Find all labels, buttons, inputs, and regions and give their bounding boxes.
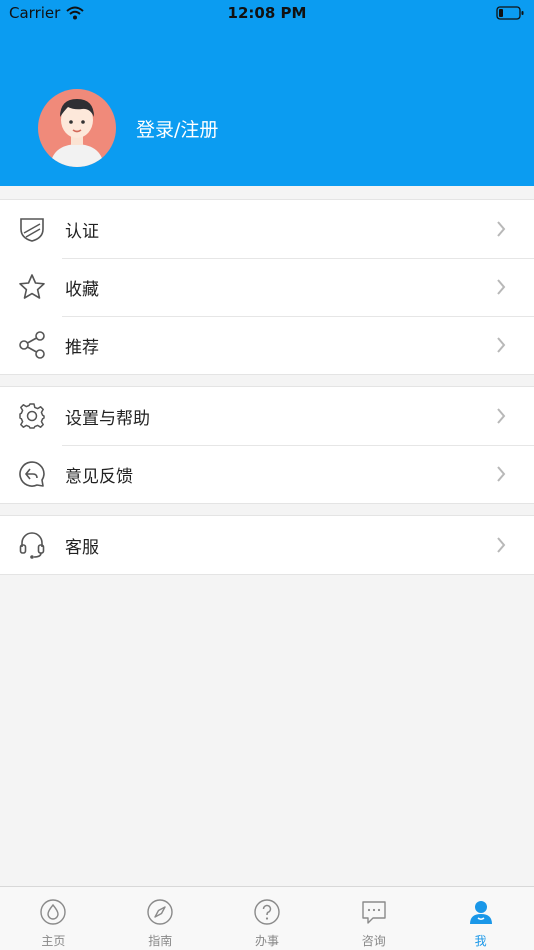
tab-consult[interactable]: 咨询 (320, 887, 427, 950)
drop-icon (40, 899, 67, 925)
chevron-right-icon (497, 466, 506, 482)
menu-item-certification[interactable]: 认证 (0, 200, 534, 258)
tab-label: 办事 (254, 934, 279, 948)
feedback-icon (19, 461, 45, 487)
gear-icon (19, 403, 45, 429)
menu-group-account: 认证 收藏 推荐 (0, 199, 534, 375)
menu-group-service: 客服 (0, 515, 534, 575)
star-icon (19, 274, 45, 299)
avatar-icon (50, 99, 104, 167)
menu-item-settings-help[interactable]: 设置与帮助 (0, 387, 534, 445)
share-icon (19, 331, 45, 359)
question-icon (254, 899, 280, 925)
chevron-right-icon (497, 537, 506, 553)
headset-icon (19, 532, 45, 559)
menu-item-label: 收藏 (65, 279, 99, 300)
chevron-right-icon (497, 279, 506, 295)
tab-label: 指南 (148, 934, 173, 948)
login-area[interactable]: 登录/注册 (38, 89, 218, 167)
menu-item-label: 推荐 (65, 337, 99, 358)
menu-item-label: 客服 (65, 537, 99, 558)
chevron-right-icon (497, 337, 506, 353)
tab-me[interactable]: 我 (427, 887, 534, 950)
tab-services[interactable]: 办事 (214, 887, 321, 950)
tab-label: 我 (474, 934, 487, 948)
menu-item-recommend[interactable]: 推荐 (0, 316, 534, 374)
chevron-right-icon (497, 221, 506, 237)
menu-item-customer-service[interactable]: 客服 (0, 516, 534, 574)
bottom-tab-bar: 主页 指南 办事 咨询 我 (0, 886, 534, 950)
tab-label: 咨询 (361, 934, 386, 948)
tab-guide[interactable]: 指南 (107, 887, 214, 950)
menu-group-settings: 设置与帮助 意见反馈 (0, 386, 534, 504)
tab-home[interactable]: 主页 (0, 887, 107, 950)
person-icon (469, 901, 492, 924)
shield-icon (20, 218, 44, 242)
tab-label: 主页 (41, 934, 66, 948)
profile-header: Carrier 12:08 PM 登录/注册 (0, 0, 534, 186)
menu-item-label: 设置与帮助 (65, 408, 150, 429)
status-time: 12:08 PM (227, 4, 307, 22)
menu-item-favorites[interactable]: 收藏 (0, 258, 534, 316)
menu-item-feedback[interactable]: 意见反馈 (0, 445, 534, 503)
menu-item-label: 认证 (65, 221, 99, 242)
chat-icon (362, 901, 386, 924)
battery-icon (496, 6, 524, 20)
avatar[interactable] (38, 89, 116, 167)
menu-item-label: 意见反馈 (65, 466, 133, 487)
login-register-link[interactable]: 登录/注册 (136, 115, 218, 142)
status-bar: Carrier 12:08 PM (0, 0, 534, 28)
compass-icon (147, 899, 173, 925)
chevron-right-icon (497, 408, 506, 424)
